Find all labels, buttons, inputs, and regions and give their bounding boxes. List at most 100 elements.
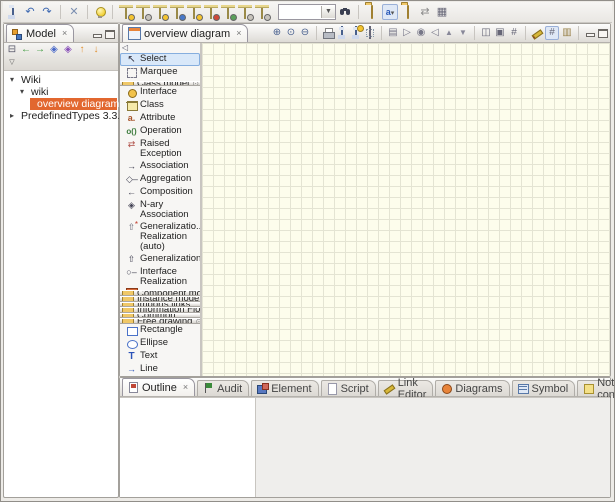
save-icon[interactable] (6, 5, 20, 19)
search-combo[interactable]: ▼ (278, 4, 336, 20)
snap-to-grid-icon[interactable]: # (545, 26, 559, 40)
send-back-icon[interactable]: ▼ (457, 27, 469, 39)
palette-item-operation[interactable]: o() Operation (120, 125, 200, 138)
model-button-9-icon[interactable] (255, 5, 269, 19)
zoom-original-icon[interactable]: ⊙ (285, 27, 297, 39)
model-button-5-icon[interactable] (187, 5, 201, 19)
model-button-8-icon[interactable] (238, 5, 252, 19)
print-icon[interactable] (322, 27, 334, 39)
palette-item-rectangle[interactable]: Rectangle (120, 324, 200, 337)
palette-item-generalization[interactable]: ⇧ Generalization (120, 253, 200, 266)
expander-closed-icon[interactable]: ▸ (8, 110, 16, 122)
tree-row-wiki-package[interactable]: ▾ wiki (4, 86, 118, 98)
tab-outline[interactable]: Outline × (122, 378, 195, 396)
model-button-3-icon[interactable] (153, 5, 167, 19)
tree-row-overview-diagram[interactable]: overview diagram (4, 98, 118, 110)
bring-front-icon[interactable]: ▲ (443, 27, 455, 39)
model-button-1-icon[interactable] (119, 5, 133, 19)
palette-item-interface[interactable]: Interface (120, 86, 200, 99)
fit-to-page-icon[interactable] (364, 27, 376, 39)
palette-item-label: Rectangle (140, 325, 183, 335)
grid-icon[interactable]: # (508, 27, 520, 39)
collapse-all-icon[interactable]: ⊟ (6, 44, 18, 56)
tab-overview-diagram[interactable]: overview diagram × (122, 24, 248, 42)
zoom-out-icon[interactable]: ⊖ (299, 27, 311, 39)
tab-element[interactable]: Element (251, 380, 318, 396)
align-boxes-icon[interactable]: ▣ (494, 27, 506, 39)
navigate-forward-icon[interactable]: → (34, 44, 46, 56)
attribute-icon: a. (126, 113, 137, 124)
save-image-icon[interactable] (336, 27, 348, 39)
grid-view-icon[interactable]: ▦ (435, 5, 449, 19)
tab-diagrams[interactable]: Diagrams (435, 380, 509, 396)
alpha-sort-icon[interactable]: a▾ (382, 4, 398, 20)
palette-tool-select[interactable]: ↖ Select (120, 53, 200, 66)
unmask-element-icon[interactable]: ◁ (429, 27, 441, 39)
palette-item-raised-exception[interactable]: ⇄ Raised Exception (120, 138, 200, 160)
navigate-back-icon[interactable]: ← (20, 44, 32, 56)
palette-tool-marquee[interactable]: Marquee (120, 66, 200, 79)
model-button-6-icon[interactable] (204, 5, 218, 19)
maximize-icon[interactable] (597, 28, 608, 38)
model-button-4-icon[interactable] (170, 5, 184, 19)
palette-collapse-arrow[interactable]: ◁ (120, 43, 200, 53)
model-explorer-panel: Model × ⊟ ← → ◈ ◈ ↑ ↓ ▽ ▾ Wiki (3, 23, 119, 498)
palette-item-composition[interactable]: ← Composition (120, 186, 200, 199)
close-icon[interactable]: × (62, 29, 67, 38)
ref-view-icon[interactable]: ⇄ (418, 5, 432, 19)
tab-symbol[interactable]: Symbol (512, 380, 576, 396)
close-icon[interactable]: × (236, 29, 241, 38)
minimize-icon[interactable] (91, 29, 102, 39)
minimize-icon[interactable] (584, 28, 595, 38)
move-down-icon[interactable]: ↓ (90, 44, 102, 56)
palette-item-line[interactable]: → Line (120, 363, 200, 376)
show-flags-icon[interactable]: ▷ (401, 27, 413, 39)
palette-item-nary-association[interactable]: ◈ N-ary Association (120, 199, 200, 221)
tab-notes-and-constraints[interactable]: Notes and constraints (577, 380, 615, 396)
related-next-icon[interactable]: ◈ (62, 44, 74, 56)
palette-item-generalization-realization-auto[interactable]: ⇧ Generalizatio... Realization (auto) (120, 221, 200, 253)
palette-item-aggregation[interactable]: ◇– Aggregation (120, 173, 200, 186)
export-image-icon[interactable] (350, 27, 362, 39)
page-bounds-icon[interactable]: ◫ (480, 27, 492, 39)
mask-element-icon[interactable]: ◉ (415, 27, 427, 39)
tip-lightbulb-icon[interactable] (94, 6, 106, 18)
diagram-canvas[interactable] (202, 43, 610, 376)
notes-icon (583, 383, 594, 394)
tab-model[interactable]: Model × (6, 24, 74, 42)
palette-item-ellipse[interactable]: Ellipse (120, 337, 200, 350)
related-previous-icon[interactable]: ◈ (48, 44, 60, 56)
maximize-icon[interactable] (104, 29, 115, 39)
cut-tool-icon[interactable]: ✕ (67, 5, 81, 19)
toolbar-separator (525, 26, 526, 40)
tab-link-editor[interactable]: Link Editor (378, 380, 434, 396)
tree-row-wiki-project[interactable]: ▾ Wiki (4, 74, 118, 86)
move-up-icon[interactable]: ↑ (76, 44, 88, 56)
palette-item-class[interactable]: Class (120, 99, 200, 112)
close-icon[interactable]: × (183, 383, 188, 392)
zoom-in-icon[interactable]: ⊕ (271, 27, 283, 39)
link-view-icon[interactable] (401, 5, 415, 19)
expander-open-icon[interactable]: ▾ (8, 74, 16, 86)
model-button-2-icon[interactable] (136, 5, 150, 19)
tree-row-predefined-types[interactable]: ▸ PredefinedTypes 3.3.00 (4, 110, 118, 122)
palette-item-association[interactable]: → Association (120, 160, 200, 173)
redo-icon[interactable]: ↷ (40, 5, 54, 19)
palette-item-interface-realization[interactable]: ○– Interface Realization (120, 266, 200, 288)
expander-open-icon[interactable]: ▾ (18, 86, 26, 98)
open-folder-icon[interactable] (365, 5, 379, 19)
tab-audit[interactable]: Audit (197, 380, 249, 396)
palette-item-attribute[interactable]: a. Attribute (120, 112, 200, 125)
binoculars-search-icon[interactable] (339, 6, 352, 18)
show-properties-icon[interactable]: ▤ (387, 27, 399, 39)
combo-dropdown-icon[interactable]: ▼ (321, 6, 335, 18)
toolbar-separator (381, 26, 382, 40)
view-menu-icon[interactable]: ▽ (6, 57, 18, 69)
tab-script[interactable]: Script (321, 380, 376, 396)
outline-view-content[interactable] (120, 398, 256, 497)
palette-item-text[interactable]: T Text (120, 350, 200, 363)
pencil-style-icon[interactable] (531, 27, 543, 39)
show-columns-icon[interactable]: ▥ (561, 27, 573, 39)
undo-icon[interactable]: ↶ (23, 5, 37, 19)
model-button-7-icon[interactable] (221, 5, 235, 19)
